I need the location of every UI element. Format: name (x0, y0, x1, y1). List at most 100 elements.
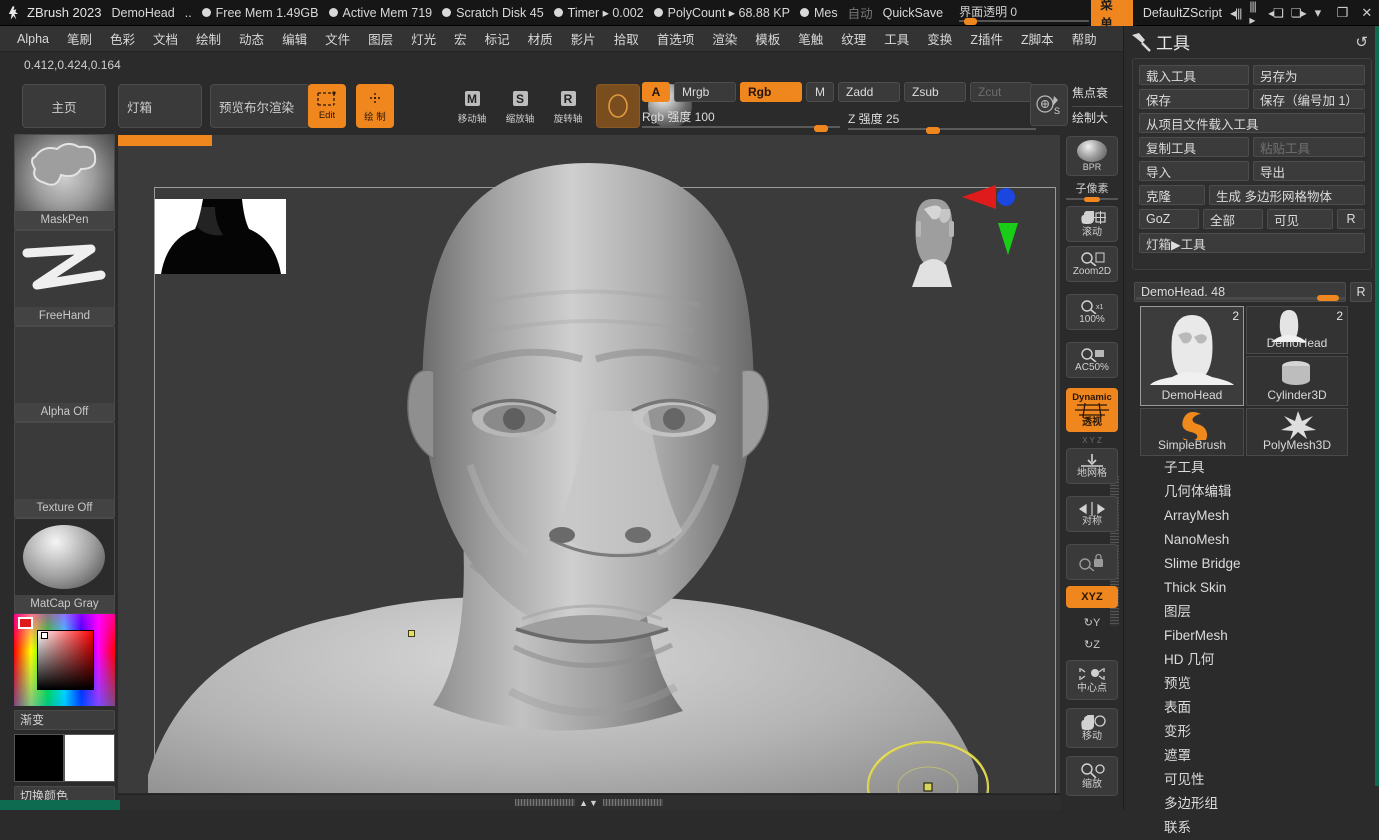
menu-item-marker[interactable]: 标记 (476, 26, 519, 51)
zscript-name[interactable]: DefaultZScript (1143, 6, 1222, 20)
current-material-thumb[interactable]: MatCap Gray (14, 518, 115, 614)
menu-item-material[interactable]: 材质 (519, 26, 562, 51)
current-brush-thumb[interactable]: MaskPen (14, 134, 115, 230)
actual-size-button[interactable]: x1 100% (1066, 294, 1118, 330)
menu-item-dynamics[interactable]: 动态 (230, 26, 273, 51)
subpalette-nanomesh[interactable]: NanoMesh (1124, 528, 1379, 552)
scroll-button[interactable]: 滚动 (1066, 206, 1118, 242)
draw-mode-button[interactable]: 绘 制 (356, 84, 394, 128)
subpixel-slider[interactable]: 子像素 (1066, 180, 1118, 200)
window-arrange-right-icon[interactable]: ❏▸ (1291, 6, 1306, 20)
boolean-preview-button[interactable]: 预览布尔渲染 (210, 84, 310, 128)
scale-button[interactable]: 缩放 (1066, 756, 1118, 796)
bpr-render-button[interactable]: BPR (1066, 136, 1118, 176)
lightbox-button[interactable]: 灯箱 (118, 84, 202, 128)
rotate-z-button[interactable]: ↻Z (1066, 634, 1118, 654)
paste-tool-button[interactable]: 粘贴工具 (1253, 137, 1365, 157)
menu-item-light[interactable]: 灯光 (402, 26, 445, 51)
window-minimize-button[interactable]: ▾ (1306, 0, 1330, 26)
move-button[interactable]: 移动 (1066, 708, 1118, 748)
zscript-next-icon[interactable]: |||▸ (1249, 0, 1260, 27)
mrgb-button[interactable]: Mrgb (674, 82, 736, 102)
slider-knob[interactable] (926, 127, 940, 134)
menu-item-help[interactable]: 帮助 (1063, 26, 1106, 51)
material-preview-button[interactable] (596, 84, 640, 128)
quicksave-button[interactable]: QuickSave (883, 6, 943, 20)
primary-color-swatch[interactable] (14, 734, 64, 782)
clone-button[interactable]: 克隆 (1139, 185, 1205, 205)
tool-scale-slider[interactable]: DemoHead. 48 (1134, 282, 1346, 302)
tool-scale-r-button[interactable]: R (1350, 282, 1372, 302)
slider-knob[interactable] (1084, 197, 1100, 202)
menu-item-zplugin[interactable]: Z插件 (961, 26, 1012, 51)
subpalette-fibermesh[interactable]: FiberMesh (1124, 624, 1379, 648)
stat-scratch-disk[interactable]: Scratch Disk 45 (442, 6, 544, 20)
slider-knob[interactable] (1317, 295, 1339, 301)
menu-item-render[interactable]: 渲染 (703, 26, 746, 51)
stat-free-mem[interactable]: Free Mem 1.49GB (202, 6, 319, 20)
current-alpha-thumb[interactable]: Alpha Off (14, 326, 115, 422)
slider-knob[interactable] (964, 18, 977, 25)
window-restore-button[interactable]: ❐ (1330, 0, 1354, 26)
menu-item-picker[interactable]: 拾取 (605, 26, 648, 51)
zadd-button[interactable]: Zadd (838, 82, 900, 102)
perspective-button[interactable]: Dynamic 透视 (1066, 388, 1118, 432)
menu-item-document[interactable]: 文档 (144, 26, 187, 51)
window-arrange-left-icon[interactable]: ◂❏ (1268, 6, 1283, 20)
scroll-grip-left[interactable] (515, 799, 575, 806)
menu-item-texture[interactable]: 纹理 (832, 26, 875, 51)
alpha-toggle-button[interactable]: A (642, 82, 670, 102)
rgb-intensity-slider[interactable]: Rgb 强度 100 (642, 108, 842, 130)
tool-cell-demohead-small[interactable]: 2 DemoHead (1246, 306, 1348, 354)
current-texture-thumb[interactable]: Texture Off (14, 422, 115, 518)
menu-item-brush[interactable]: 笔刷 (58, 26, 101, 51)
subpalette-geometry[interactable]: 几何体编辑 (1124, 480, 1379, 504)
sculpt-canvas[interactable] (117, 134, 1061, 794)
scroll-grip-right[interactable] (603, 799, 663, 806)
subpalette-layers[interactable]: 图层 (1124, 600, 1379, 624)
subpalette-subtool[interactable]: 子工具 (1124, 456, 1379, 480)
color-picker[interactable] (14, 614, 115, 706)
menu-item-movie[interactable]: 影片 (562, 26, 605, 51)
subpalette-visibility[interactable]: 可见性 (1124, 768, 1379, 792)
copy-tool-button[interactable]: 复制工具 (1139, 137, 1249, 157)
tool-cell-polymesh3d[interactable]: PolyMesh3D (1246, 408, 1348, 456)
make-polymesh-button[interactable]: 生成 多边形网格物体 (1209, 185, 1365, 205)
menu-item-alpha[interactable]: Alpha (8, 29, 58, 49)
floor-grid-button[interactable]: 地网格 (1066, 448, 1118, 484)
focal-shift-label[interactable]: 焦点衰 (1072, 84, 1124, 104)
z-intensity-slider[interactable]: Z 强度 25 (848, 110, 1038, 132)
menu-item-file[interactable]: 文件 (316, 26, 359, 51)
secondary-color-swatch[interactable] (64, 734, 115, 782)
menu-item-layer[interactable]: 图层 (359, 26, 402, 51)
scale-axis-button[interactable]: S 缩放轴 (500, 84, 540, 128)
zsub-button[interactable]: Zsub (904, 82, 966, 102)
goz-r-button[interactable]: R (1337, 209, 1365, 229)
subpalette-surface[interactable]: 表面 (1124, 696, 1379, 720)
refresh-icon[interactable]: ↺ (1355, 33, 1368, 51)
lightbox-tool-button[interactable]: 灯箱▶工具 (1139, 233, 1365, 253)
m-button[interactable]: M (806, 82, 834, 102)
menu-item-preferences[interactable]: 首选项 (648, 26, 704, 51)
ui-transparency-slider[interactable]: 界面透明 0 (959, 3, 1081, 23)
tool-cell-demohead-large[interactable]: 2 DemoHead (1140, 306, 1244, 406)
subpalette-masking[interactable]: 遮罩 (1124, 744, 1379, 768)
menu-item-macro[interactable]: 宏 (445, 26, 476, 51)
load-tool-from-project-button[interactable]: 从项目文件载入工具 (1139, 113, 1365, 133)
import-button[interactable]: 导入 (1139, 161, 1249, 181)
move-axis-button[interactable]: M 移动轴 (452, 84, 492, 128)
stat-mes[interactable]: Mes (800, 6, 838, 20)
menu-item-stroke[interactable]: 笔触 (789, 26, 832, 51)
menu-item-color[interactable]: 色彩 (101, 26, 144, 51)
orientation-gizmo[interactable] (902, 175, 1022, 295)
tool-cell-simplebrush[interactable]: SimpleBrush (1140, 408, 1244, 456)
gradient-button[interactable]: 渐变 (14, 710, 115, 730)
current-stroke-thumb[interactable]: FreeHand (14, 230, 115, 326)
menu-item-tool[interactable]: 工具 (875, 26, 918, 51)
stat-polycount[interactable]: PolyCount ▸ 68.88 KP (654, 5, 790, 20)
subpalette-arraymesh[interactable]: ArrayMesh (1124, 504, 1379, 528)
stat-timer[interactable]: Timer ▸ 0.002 (554, 5, 644, 20)
rotate-y-button[interactable]: ↻Y (1066, 612, 1118, 632)
subpalette-preview[interactable]: 预览 (1124, 672, 1379, 696)
home-button[interactable]: 主页 (22, 84, 106, 128)
